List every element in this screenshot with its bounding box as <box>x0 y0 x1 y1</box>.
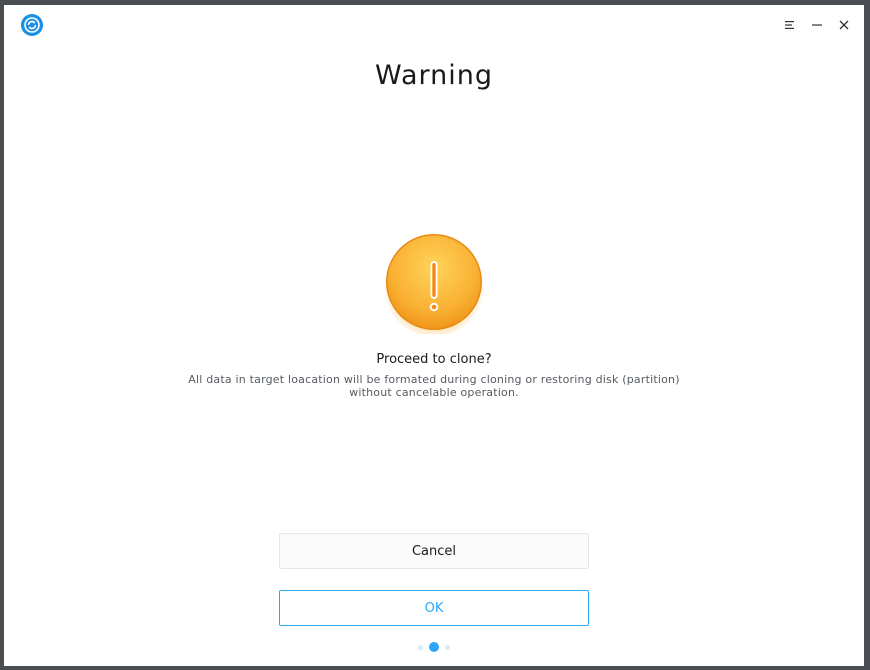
step-dot-3 <box>445 644 450 650</box>
confirm-question: Proceed to clone? <box>376 352 492 367</box>
clone-app-icon <box>21 14 43 36</box>
window-minimize-button[interactable] <box>807 15 827 35</box>
window-close-button[interactable] <box>834 15 854 35</box>
warning-exclamation-icon <box>383 234 485 334</box>
step-dot-1 <box>418 644 423 650</box>
page-title: Warning <box>374 60 493 91</box>
step-indicator <box>4 641 864 653</box>
minimize-icon <box>812 24 822 26</box>
cancel-button[interactable]: Cancel <box>279 533 589 569</box>
hamburger-menu-icon <box>785 21 794 29</box>
step-dot-2 <box>429 642 439 652</box>
app-window: Warning Proceed to clone? All data in ta… <box>4 5 864 666</box>
warning-description: All data in target loacation will be for… <box>188 373 680 399</box>
window-menu-button[interactable] <box>780 15 800 35</box>
ok-button[interactable]: OK <box>279 590 589 626</box>
close-icon <box>839 20 849 30</box>
titlebar <box>4 5 864 45</box>
